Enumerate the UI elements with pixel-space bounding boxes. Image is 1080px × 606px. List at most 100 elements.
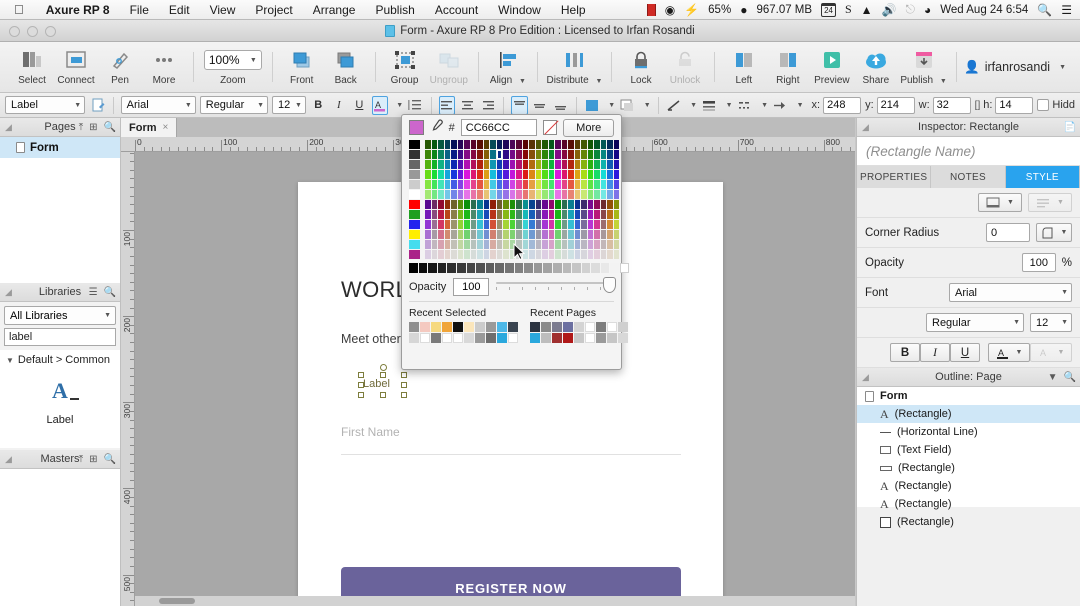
color-swatch-r3-c11[interactable] [496, 170, 502, 179]
base-swatch-4[interactable] [409, 180, 420, 189]
color-swatch-r0-c22[interactable] [568, 140, 574, 149]
color-swatch-r4-c20[interactable] [555, 180, 561, 189]
opacity-input[interactable]: 100 [1021, 253, 1056, 272]
recent-selected-swatch-8[interactable] [497, 333, 507, 343]
color-swatch-r6-c24[interactable] [581, 200, 587, 209]
color-swatch-r0-c9[interactable] [483, 140, 489, 149]
color-swatch-r5-c29[interactable] [613, 190, 619, 199]
opacity-input[interactable]: 100 [453, 277, 490, 296]
color-swatch-r0-c17[interactable] [535, 140, 541, 149]
color-swatch-r1-c10[interactable] [490, 150, 496, 159]
color-swatch-r6-c19[interactable] [548, 200, 554, 209]
color-swatch-r9-c21[interactable] [561, 230, 567, 239]
first-name-placeholder[interactable]: First Name [341, 425, 400, 439]
color-swatch-r2-c16[interactable] [529, 160, 535, 169]
account-menu[interactable]: 👤 irfanrosandi ▼ [964, 60, 1070, 75]
color-swatch-r1-c5[interactable] [457, 150, 463, 159]
color-swatch-r1-c6[interactable] [464, 150, 470, 159]
color-swatch-r5-c8[interactable] [477, 190, 483, 199]
color-swatch-r0-c16[interactable] [529, 140, 535, 149]
recent-pages-swatch-5[interactable] [585, 322, 595, 332]
line-spacing-button[interactable] [407, 96, 424, 115]
color-swatch-r7-c26[interactable] [594, 210, 600, 219]
recent-pages-swatch-6[interactable] [596, 333, 606, 343]
outline-item-3[interactable]: (Rectangle) [857, 459, 1080, 477]
color-swatch-r9-c3[interactable] [444, 230, 450, 239]
color-swatch-r3-c5[interactable] [457, 170, 463, 179]
toolbar-back[interactable]: Back [324, 43, 368, 91]
color-swatch-r11-c8[interactable] [477, 250, 483, 259]
toolbar-select[interactable]: Select [10, 43, 54, 91]
valign-middle-button[interactable] [532, 96, 549, 115]
recent-pages-swatch-1[interactable] [541, 333, 551, 343]
volume-icon[interactable]: 🔊 [882, 3, 897, 17]
color-swatch-r8-c14[interactable] [516, 220, 522, 229]
color-swatch-r4-c5[interactable] [457, 180, 463, 189]
creative-cloud-icon[interactable]: ◉ [665, 3, 675, 17]
color-swatch-r3-c14[interactable] [516, 170, 522, 179]
color-swatch-r11-c7[interactable] [470, 250, 476, 259]
color-swatch-r3-c4[interactable] [451, 170, 457, 179]
color-swatch-r2-c25[interactable] [587, 160, 593, 169]
menu-item-account[interactable]: Account [425, 0, 488, 20]
color-swatch-r2-c28[interactable] [607, 160, 613, 169]
color-swatch-r0-c8[interactable] [477, 140, 483, 149]
color-swatch-r1-c29[interactable] [613, 150, 619, 159]
color-swatch-r2-c15[interactable] [522, 160, 528, 169]
menu-item-edit[interactable]: Edit [159, 0, 200, 20]
color-swatch-r1-c22[interactable] [568, 150, 574, 159]
color-swatch-r7-c14[interactable] [516, 210, 522, 219]
color-swatch-r9-c12[interactable] [503, 230, 509, 239]
color-swatch-r4-c7[interactable] [470, 180, 476, 189]
color-swatch-r9-c14[interactable] [516, 230, 522, 239]
color-swatch-r10-c9[interactable] [483, 240, 489, 249]
recent-selected-swatch-5[interactable] [464, 333, 474, 343]
color-swatch-r10-c17[interactable] [535, 240, 541, 249]
recent-pages-row-2[interactable] [530, 333, 628, 343]
color-swatch-r5-c20[interactable] [555, 190, 561, 199]
color-swatch-r11-c3[interactable] [444, 250, 450, 259]
color-swatch-r3-c3[interactable] [444, 170, 450, 179]
inspector-text-shadow-button[interactable]: A ▼ [1030, 343, 1072, 362]
color-swatch-r1-c28[interactable] [607, 150, 613, 159]
w-input[interactable] [932, 96, 971, 114]
color-swatch-r5-c22[interactable] [568, 190, 574, 199]
color-swatch-r0-c26[interactable] [594, 140, 600, 149]
color-swatch-r11-c23[interactable] [574, 250, 580, 259]
color-swatch-r4-c1[interactable] [431, 180, 437, 189]
add-folder-icon[interactable]: ⊞ [89, 122, 97, 133]
y-input[interactable] [876, 96, 915, 114]
color-swatch-r6-c2[interactable] [438, 200, 444, 209]
color-swatch-r4-c19[interactable] [548, 180, 554, 189]
color-swatch-r1-c27[interactable] [600, 150, 606, 159]
library-select[interactable]: All Libraries ▼ [4, 306, 116, 325]
color-swatch-r5-c28[interactable] [607, 190, 613, 199]
color-swatch-r10-c12[interactable] [503, 240, 509, 249]
library-menu-icon[interactable]: ☰ [89, 287, 98, 298]
color-swatch-r5-c0[interactable] [425, 190, 431, 199]
color-swatch-r6-c8[interactable] [477, 200, 483, 209]
color-swatch-r11-c24[interactable] [581, 250, 587, 259]
search-icon[interactable]: 🔍 [1037, 3, 1052, 17]
resize-handle-s[interactable] [380, 392, 386, 398]
color-swatch-r8-c20[interactable] [555, 220, 561, 229]
color-swatch-r4-c11[interactable] [496, 180, 502, 189]
color-swatch-r5-c11[interactable] [496, 190, 502, 199]
recent-selected-swatch-6[interactable] [475, 322, 485, 332]
color-swatch-r3-c9[interactable] [483, 170, 489, 179]
color-swatch-r2-c0[interactable] [425, 160, 431, 169]
color-swatch-r10-c20[interactable] [555, 240, 561, 249]
bold-button[interactable]: B [310, 96, 327, 115]
recent-selected-swatch-2[interactable] [431, 333, 441, 343]
color-swatch-r2-c19[interactable] [548, 160, 554, 169]
recent-selected-swatch-2[interactable] [431, 322, 441, 332]
color-swatch-r8-c2[interactable] [438, 220, 444, 229]
recent-pages-row-1[interactable] [530, 322, 628, 332]
color-swatch-r9-c24[interactable] [581, 230, 587, 239]
color-swatch-r2-c12[interactable] [503, 160, 509, 169]
color-swatch-r5-c27[interactable] [600, 190, 606, 199]
color-swatch-r2-c2[interactable] [438, 160, 444, 169]
color-swatch-r6-c18[interactable] [542, 200, 548, 209]
x-input[interactable] [823, 96, 862, 114]
color-swatch-r0-c14[interactable] [516, 140, 522, 149]
